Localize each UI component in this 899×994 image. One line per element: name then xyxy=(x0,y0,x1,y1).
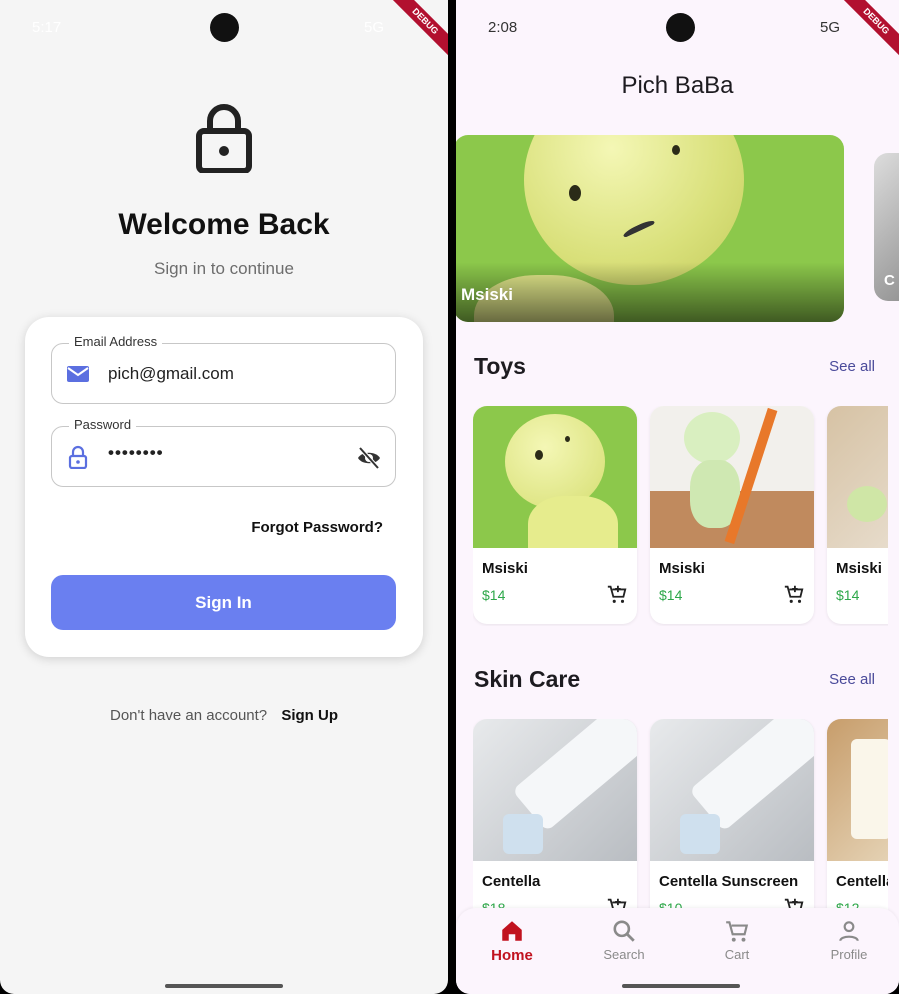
forgot-password-link[interactable]: Forgot Password? xyxy=(251,519,383,536)
camera-cutout xyxy=(210,13,239,42)
product-card[interactable]: Centella Sunscreen $10 xyxy=(650,719,814,937)
profile-icon xyxy=(839,921,859,942)
sign-up-link[interactable]: Sign Up xyxy=(281,707,338,724)
product-name: Centella xyxy=(836,873,888,890)
toys-row[interactable]: Msiski $14 Msiski $14 Msiski $14 xyxy=(473,406,888,626)
home-indicator[interactable] xyxy=(622,984,740,988)
see-all-toys[interactable]: See all xyxy=(829,358,875,375)
product-image xyxy=(473,719,637,861)
status-time: 5:17 xyxy=(32,19,62,36)
visibility-off-icon[interactable] xyxy=(356,445,382,471)
cart-icon xyxy=(726,921,749,942)
add-to-cart-icon[interactable] xyxy=(783,583,805,605)
product-name: Msiski xyxy=(659,560,705,577)
product-name: Centella xyxy=(482,873,541,890)
banner-title: Msiski xyxy=(461,285,513,304)
search-icon xyxy=(613,920,635,942)
product-price: $14 xyxy=(482,587,506,603)
no-account-text: Don't have an account? xyxy=(110,707,268,724)
featured-banner[interactable]: Msiski xyxy=(456,135,844,322)
product-price: $14 xyxy=(659,587,683,603)
add-to-cart-icon[interactable] xyxy=(606,583,628,605)
email-label: Email Address xyxy=(69,334,163,349)
product-image xyxy=(827,719,888,861)
welcome-subtitle: Sign in to continue xyxy=(154,259,294,278)
product-card[interactable]: Centella $18 xyxy=(473,719,637,937)
product-price: $14 xyxy=(836,587,860,603)
status-network: 5G xyxy=(820,19,841,36)
password-value: •••••••• xyxy=(108,443,164,462)
status-network: 5G xyxy=(364,19,385,36)
product-name: Msiski xyxy=(836,560,882,577)
product-card[interactable]: Msiski $14 xyxy=(827,406,888,624)
product-card[interactable]: Centella $12 xyxy=(827,719,888,937)
signup-row: Don't have an account? Sign Up xyxy=(0,707,448,724)
home-indicator[interactable] xyxy=(165,984,283,988)
home-icon xyxy=(502,921,522,941)
banner-title: C xyxy=(884,272,895,289)
email-value: pich@gmail.com xyxy=(108,364,234,383)
section-title-toys: Toys xyxy=(474,353,526,379)
camera-cutout xyxy=(666,13,695,42)
lock-icon xyxy=(196,104,252,173)
product-image xyxy=(827,406,888,548)
lock-small-icon xyxy=(68,445,88,469)
product-name: Centella Sunscreen xyxy=(659,873,799,890)
home-screen: 2:08 5G DEBUG Pich BaBa Msiski C Toys Se… xyxy=(456,0,899,994)
app-title: Pich BaBa xyxy=(621,72,734,99)
bottom-nav: Home Search Cart Profile xyxy=(456,908,899,994)
section-title-skin-care: Skin Care xyxy=(474,666,581,692)
sign-in-button[interactable]: Sign In xyxy=(51,575,396,630)
product-image xyxy=(650,406,814,548)
login-screen: 5:17 5G DEBUG Welcome Back Sign in to co… xyxy=(0,0,448,994)
product-name: Msiski xyxy=(482,560,528,577)
welcome-title: Welcome Back xyxy=(118,208,330,241)
login-card: Email Address pich@gmail.com Password ••… xyxy=(25,317,423,657)
status-time: 2:08 xyxy=(488,19,518,36)
nav-cart[interactable]: Cart xyxy=(697,918,777,962)
password-field[interactable]: Password •••••••• xyxy=(51,417,396,487)
product-card[interactable]: Msiski $14 xyxy=(473,406,637,624)
nav-home[interactable]: Home xyxy=(472,918,552,964)
password-label: Password xyxy=(69,417,137,432)
product-card[interactable]: Msiski $14 xyxy=(650,406,814,624)
skin-care-row[interactable]: Centella $18 Centella Sunscreen $10 Cent… xyxy=(473,719,888,939)
see-all-skin-care[interactable]: See all xyxy=(829,671,875,688)
mail-icon xyxy=(67,366,89,382)
featured-banner-next[interactable]: C xyxy=(874,153,899,301)
nav-search[interactable]: Search xyxy=(584,918,664,962)
email-field[interactable]: Email Address pich@gmail.com xyxy=(51,334,396,404)
nav-label: Cart xyxy=(724,947,750,962)
nav-label: Profile xyxy=(830,947,868,962)
product-image xyxy=(650,719,814,861)
nav-profile[interactable]: Profile xyxy=(809,918,889,962)
nav-label: Search xyxy=(603,947,645,962)
nav-label: Home xyxy=(491,947,533,964)
product-image xyxy=(473,406,637,548)
